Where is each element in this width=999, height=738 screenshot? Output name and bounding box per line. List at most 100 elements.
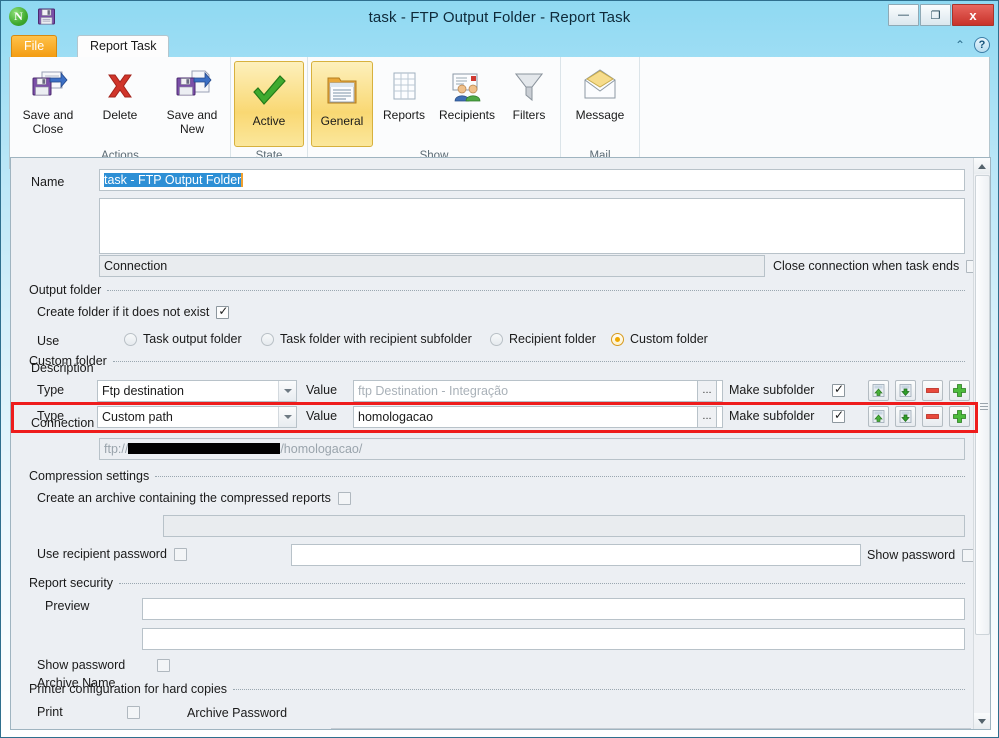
create-folder-checkbox[interactable]	[216, 304, 230, 319]
radio-recipient-folder-label: Recipient folder	[509, 332, 596, 346]
preview-label: Preview	[45, 599, 90, 613]
row1-value-input[interactable]: ftp Destination - Integração	[353, 380, 723, 402]
show-password-checkbox[interactable]	[157, 658, 171, 672]
show-general-button[interactable]: General	[311, 61, 373, 147]
close-connection-label: Close connection when task ends	[773, 259, 960, 273]
row1-move-up-button[interactable]	[868, 380, 889, 401]
message-label: Message	[575, 108, 625, 122]
ribbon-right-controls: ⌃ ?	[955, 37, 990, 53]
form-area: Name task - FTP Output Folder Descriptio…	[11, 158, 980, 729]
connection-input[interactable]: Connection	[99, 255, 765, 277]
custom-folder-row: Type Ftp destination Value ftp Destinati…	[37, 380, 970, 402]
general-document-icon	[322, 66, 362, 114]
create-archive-checkbox[interactable]	[337, 491, 351, 505]
row1-make-subfolder-checkbox[interactable]	[832, 382, 845, 397]
scrollbar-thumb[interactable]	[975, 175, 990, 635]
preview-suffix: /homologacao/	[280, 442, 363, 456]
create-folder-label: Create folder if it does not exist	[37, 305, 210, 319]
text-caret	[241, 173, 244, 187]
row1-browse-button[interactable]: ...	[697, 380, 717, 402]
scroll-down-button[interactable]	[974, 713, 990, 729]
redacted-host	[128, 443, 281, 454]
ribbon-group-actions: Save and Close Delete Save and New Actio…	[10, 57, 231, 168]
close-connection-group[interactable]: Close connection when task ends	[773, 259, 980, 273]
report-security-section-header: Report security	[29, 576, 965, 590]
radio-recipient-folder[interactable]: Recipient folder	[490, 332, 596, 346]
show-reports-button[interactable]: Reports	[375, 61, 433, 148]
show-reports-label: Reports	[382, 108, 426, 122]
tab-file[interactable]: File	[11, 35, 58, 57]
row1-type-combo[interactable]: Ftp destination	[97, 380, 297, 402]
title-bar: N task - FTP Output Folder - Report Task…	[1, 1, 998, 35]
use-recipient-password-label: Use recipient password	[37, 547, 167, 561]
chevron-down-icon[interactable]	[278, 381, 296, 401]
create-folder-group[interactable]: Create folder if it does not exist	[37, 304, 230, 319]
save-and-new-button[interactable]: Save and New	[157, 61, 227, 148]
section-divider	[112, 360, 965, 362]
row2-add-button[interactable]	[949, 406, 970, 427]
row2-make-subfolder-label: Make subfolder	[729, 409, 815, 423]
delete-label: Delete	[102, 108, 138, 122]
row1-move-down-button[interactable]	[895, 380, 916, 401]
active-toggle-button[interactable]: Active	[234, 61, 304, 147]
delete-button[interactable]: Delete	[85, 61, 155, 148]
row2-value-input[interactable]: homologacao	[353, 406, 723, 428]
show-password-group[interactable]: Show password	[37, 658, 171, 672]
message-button[interactable]: Message	[564, 61, 636, 148]
radio-recipient-folder-dot[interactable]	[490, 332, 503, 346]
create-archive-group[interactable]: Create an archive containing the compres…	[37, 491, 351, 505]
ribbon-filler	[640, 57, 989, 168]
scroll-up-button[interactable]	[974, 158, 990, 174]
save-and-close-button[interactable]: Save and Close	[13, 61, 83, 148]
print-label: Print	[37, 705, 63, 719]
row2-move-up-button[interactable]	[868, 406, 889, 427]
down-arrow-green-icon	[899, 410, 912, 423]
plus-green-icon	[953, 384, 966, 397]
radio-task-folder-recipient-subfolder-dot[interactable]	[261, 332, 274, 346]
row2-move-down-button[interactable]	[895, 406, 916, 427]
radio-task-output-folder[interactable]: Task output folder	[124, 332, 242, 346]
radio-custom-folder-dot[interactable]	[611, 332, 624, 346]
show-password-top-group[interactable]: Show password	[867, 548, 976, 562]
connection-input-value: Connection	[104, 259, 168, 273]
print-checkbox[interactable]	[126, 705, 140, 719]
row2-remove-button[interactable]	[922, 406, 943, 427]
radio-custom-folder[interactable]: Custom folder	[611, 332, 708, 346]
bottom-partial-field	[331, 728, 971, 729]
row2-make-subfolder-checkbox[interactable]	[832, 408, 845, 423]
print-group[interactable]: Print	[37, 705, 140, 719]
check-mark-icon	[248, 66, 290, 114]
archive-password-input[interactable]	[291, 544, 861, 566]
password-to-write-input[interactable]	[142, 628, 965, 650]
vertical-scrollbar[interactable]	[973, 158, 990, 729]
row2-browse-button[interactable]: ...	[697, 406, 717, 428]
row1-remove-button[interactable]	[922, 380, 943, 401]
save-and-new-label-1: Save and	[166, 108, 218, 122]
description-input[interactable]	[99, 198, 965, 254]
help-icon[interactable]: ?	[974, 37, 990, 53]
archive-password-label: Archive Password	[187, 706, 288, 720]
chevron-down-icon[interactable]	[278, 407, 296, 427]
radio-task-output-folder-dot[interactable]	[124, 332, 137, 346]
section-divider	[107, 289, 965, 291]
custom-folder-row: Type Custom path Value homologacao ... M…	[37, 406, 970, 428]
archive-name-input[interactable]	[163, 515, 965, 537]
printer-section-header: Printer configuration for hard copies	[29, 682, 965, 696]
maximize-button[interactable]: ❐	[920, 4, 951, 26]
collapse-ribbon-icon[interactable]: ⌃	[955, 38, 965, 52]
password-to-open-input[interactable]	[142, 598, 965, 620]
name-input[interactable]: task - FTP Output Folder	[99, 169, 965, 191]
ribbon: Save and Close Delete Save and New Actio…	[9, 57, 990, 169]
use-recipient-password-checkbox[interactable]	[173, 547, 187, 561]
close-button[interactable]: x	[952, 4, 994, 26]
show-recipients-button[interactable]: Recipients	[435, 61, 499, 148]
tab-report-task[interactable]: Report Task	[77, 35, 170, 57]
radio-task-folder-recipient-subfolder[interactable]: Task folder with recipient subfolder	[261, 332, 472, 346]
scrollbar-grip-icon	[980, 401, 988, 412]
use-recipient-password-group[interactable]: Use recipient password	[37, 547, 187, 561]
row1-value-text: ftp Destination - Integração	[358, 384, 509, 398]
minimize-button[interactable]: —	[888, 4, 919, 26]
show-filters-button[interactable]: Filters	[501, 61, 557, 148]
row1-add-button[interactable]	[949, 380, 970, 401]
row2-type-combo[interactable]: Custom path	[97, 406, 297, 428]
